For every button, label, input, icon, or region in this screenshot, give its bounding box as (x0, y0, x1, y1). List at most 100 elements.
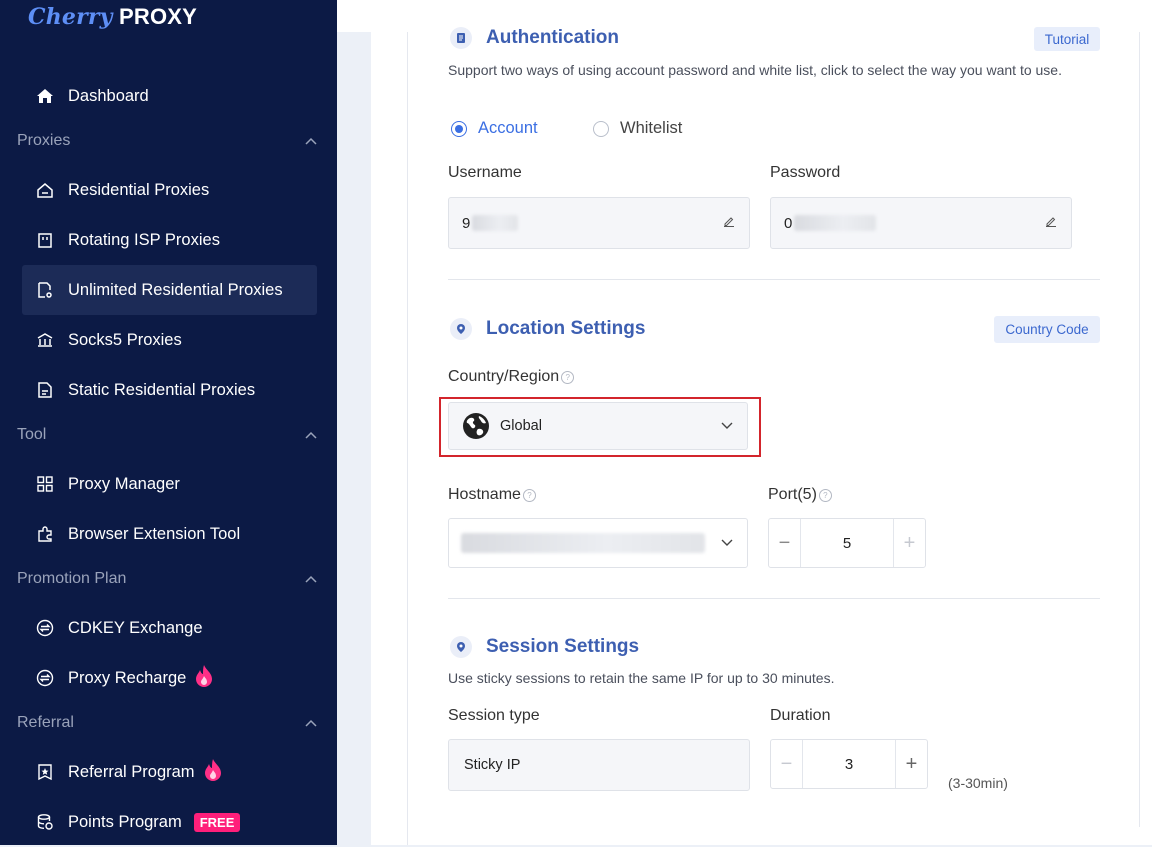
sidebar-item-label: Proxy Manager (68, 474, 180, 493)
session-description: Use sticky sessions to retain the same I… (448, 670, 835, 686)
sidebar-item-dashboard[interactable]: Dashboard (22, 71, 317, 121)
session-header: Session Settings (450, 636, 639, 658)
star-badge-icon (35, 762, 55, 782)
divider (1139, 32, 1140, 827)
document-truck-icon (35, 280, 55, 300)
country-region-label: Country/Region? (448, 368, 575, 386)
sidebar-item-unlimited-residential[interactable]: Unlimited Residential Proxies (22, 265, 317, 315)
section-title: Session Settings (486, 636, 640, 657)
chevron-down-icon (721, 539, 733, 547)
session-type-field[interactable]: Sticky IP (448, 739, 750, 791)
increment-button[interactable]: + (893, 519, 925, 567)
help-icon[interactable]: ? (818, 489, 832, 502)
location-header: Location Settings (450, 318, 645, 340)
sidebar-item-socks5[interactable]: Socks5 Proxies (22, 315, 317, 365)
port-stepper[interactable]: − 5 + (768, 518, 926, 568)
hostname-label: Hostname? (448, 486, 536, 504)
edit-icon[interactable] (1045, 214, 1057, 232)
redacted-value (472, 215, 519, 231)
password-field[interactable]: 0 (770, 197, 1072, 249)
divider (407, 32, 408, 845)
location-pin-icon (450, 636, 472, 658)
grid-icon (35, 474, 55, 494)
country-region-select[interactable]: Global (448, 402, 748, 450)
sidebar-item-label: Proxy Recharge (68, 668, 187, 687)
help-icon[interactable]: ? (522, 489, 536, 502)
password-label: Password (770, 164, 841, 181)
sidebar-item-label: Referral Program (68, 762, 195, 781)
authentication-description: Support two ways of using account passwo… (448, 62, 1062, 78)
home-icon (35, 86, 55, 106)
section-title: Authentication (486, 27, 619, 48)
duration-label: Duration (770, 707, 831, 724)
content-gutter (337, 32, 371, 845)
authentication-header: Authentication (450, 27, 619, 49)
decrement-button[interactable]: − (771, 740, 803, 788)
hostname-select[interactable] (448, 518, 748, 568)
sidebar-item-rotating-isp[interactable]: Rotating ISP Proxies (22, 215, 317, 265)
country-code-button[interactable]: Country Code (994, 316, 1100, 343)
sidebar-item-browser-extension[interactable]: Browser Extension Tool (22, 509, 317, 559)
divider (448, 598, 1100, 599)
decrement-button[interactable]: − (769, 519, 801, 567)
document-icon (35, 380, 55, 400)
chevron-up-icon (305, 575, 317, 583)
chevron-up-icon (305, 719, 317, 727)
free-badge: FREE (193, 812, 241, 832)
sidebar-item-proxy-recharge[interactable]: Proxy Recharge (22, 653, 317, 703)
username-field[interactable]: 9 (448, 197, 750, 249)
sidebar-section-promotion[interactable]: Promotion Plan (17, 564, 317, 594)
tutorial-button[interactable]: Tutorial (1034, 27, 1100, 51)
divider (448, 279, 1100, 280)
sidebar-item-label: CDKEY Exchange (68, 618, 203, 637)
sidebar-item-label: Unlimited Residential Proxies (68, 280, 283, 299)
chevron-up-icon (305, 431, 317, 439)
sidebar-item-static-residential[interactable]: Static Residential Proxies (22, 365, 317, 415)
exchange-icon (35, 618, 55, 638)
section-title: Location Settings (486, 318, 646, 339)
session-type-label: Session type (448, 707, 540, 724)
globe-icon (462, 412, 490, 440)
sidebar-item-cdkey-exchange[interactable]: CDKEY Exchange (22, 603, 317, 653)
username-label: Username (448, 164, 522, 181)
sidebar-item-residential-proxies[interactable]: Residential Proxies (22, 165, 317, 215)
document-icon (450, 27, 472, 49)
location-pin-icon (450, 318, 472, 340)
duration-value[interactable]: 3 (803, 740, 895, 788)
sidebar-item-points-program[interactable]: Points Program FREE (22, 797, 317, 847)
chevron-up-icon (305, 137, 317, 145)
sidebar-item-label: Browser Extension Tool (68, 524, 241, 543)
sidebar-item-label: Socks5 Proxies (68, 330, 182, 349)
radio-account[interactable]: Account (451, 119, 538, 138)
radio-whitelist[interactable]: Whitelist (593, 119, 682, 138)
port-label: Port(5)? (768, 486, 832, 504)
bank-icon (35, 330, 55, 350)
fire-icon (203, 758, 223, 787)
fire-icon (194, 664, 214, 693)
increment-button[interactable]: + (895, 740, 927, 788)
house-outline-icon (35, 180, 55, 200)
port-value[interactable]: 5 (801, 519, 893, 567)
puzzle-icon (35, 524, 55, 544)
redacted-value (794, 215, 877, 231)
edit-icon[interactable] (723, 214, 735, 232)
radio-circle (593, 120, 609, 137)
sidebar-section-referral[interactable]: Referral (17, 708, 317, 738)
sidebar-item-referral-program[interactable]: Referral Program (22, 747, 317, 797)
sidebar-section-tool[interactable]: Tool (17, 420, 317, 450)
help-icon[interactable]: ? (561, 371, 575, 384)
duration-stepper[interactable]: − 3 + (770, 739, 928, 789)
sidebar-item-label: Rotating ISP Proxies (68, 230, 220, 249)
coins-icon (35, 812, 55, 832)
sidebar-item-label: Residential Proxies (68, 180, 210, 199)
building-icon (35, 230, 55, 250)
brand-logo[interactable]: Cherry PROXY (28, 4, 197, 30)
sidebar-item-label: Static Residential Proxies (68, 380, 256, 399)
sidebar-section-proxies[interactable]: Proxies (17, 126, 317, 156)
duration-hint: (3-30min) (948, 775, 1008, 791)
chevron-down-icon (721, 422, 733, 430)
sidebar-item-proxy-manager[interactable]: Proxy Manager (22, 459, 317, 509)
radio-circle (451, 120, 467, 137)
sidebar-item-label: Points Program (68, 812, 182, 831)
sidebar-item-label: Dashboard (68, 86, 149, 105)
